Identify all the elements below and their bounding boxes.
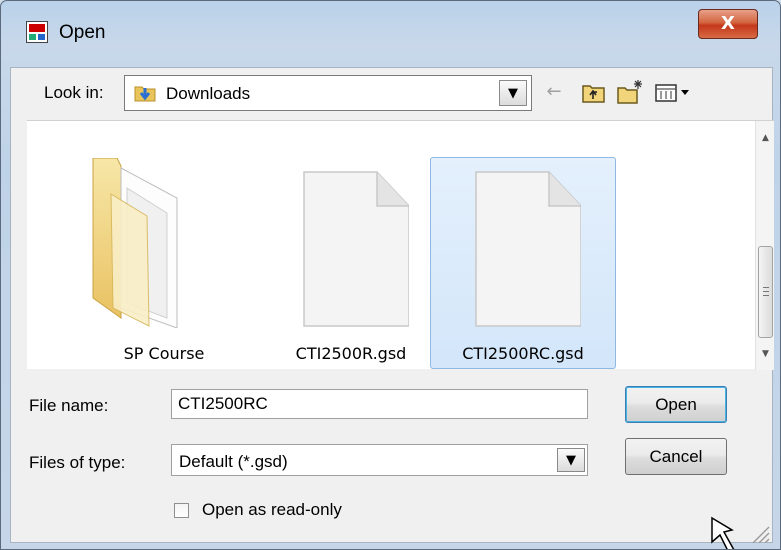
back-arrow-icon[interactable]: ← bbox=[541, 77, 567, 107]
file-name-label: SP Course bbox=[123, 344, 205, 363]
look-in-dropdown-arrow[interactable]: ▼ bbox=[499, 80, 527, 106]
app-icon bbox=[26, 21, 48, 43]
read-only-label[interactable]: Open as read-only bbox=[202, 500, 342, 520]
document-icon bbox=[475, 171, 581, 327]
scroll-thumb[interactable] bbox=[758, 246, 773, 338]
open-dialog-window: Open X Look in: Downloads ▼ ← SP Course … bbox=[0, 0, 781, 550]
grip-icon bbox=[763, 287, 769, 296]
up-folder-icon[interactable] bbox=[578, 77, 608, 107]
file-name-input[interactable] bbox=[171, 389, 588, 419]
look-in-value: Downloads bbox=[166, 84, 251, 103]
file-name-label: CTI2500R.gsd bbox=[295, 344, 407, 363]
look-in-label: Look in: bbox=[44, 83, 104, 102]
read-only-checkbox[interactable] bbox=[174, 503, 189, 518]
file-type-dropdown-arrow[interactable]: ▼ bbox=[557, 448, 585, 472]
scroll-up-arrow-icon[interactable]: ▲ bbox=[756, 133, 775, 147]
open-button[interactable]: Open bbox=[625, 386, 727, 423]
dialog-client-area: Look in: Downloads ▼ ← SP Course CTI2500… bbox=[10, 67, 774, 543]
file-type-field-label: Files of type: bbox=[29, 453, 126, 472]
look-in-combobox[interactable]: Downloads ▼ bbox=[124, 75, 532, 111]
folder-icon bbox=[92, 158, 178, 328]
file-item-cti2500rc[interactable]: CTI2500RC.gsd bbox=[430, 157, 616, 369]
new-folder-icon[interactable] bbox=[615, 77, 645, 107]
file-item-cti2500r[interactable]: CTI2500R.gsd bbox=[258, 157, 444, 369]
mouse-cursor-icon bbox=[711, 516, 735, 549]
file-item-sp-course[interactable]: SP Course bbox=[71, 157, 257, 369]
file-type-value: Default (*.gsd) bbox=[179, 452, 288, 471]
cancel-button[interactable]: Cancel bbox=[625, 438, 727, 475]
views-menu-icon[interactable] bbox=[652, 77, 698, 107]
file-name-label: CTI2500RC.gsd bbox=[462, 344, 584, 363]
file-name-field-label: File name: bbox=[29, 396, 109, 415]
file-list-pane[interactable]: SP Course CTI2500R.gsd CTI2500RC.gsd ▲ ▼ bbox=[27, 120, 774, 370]
downloads-folder-icon bbox=[134, 86, 156, 102]
document-icon bbox=[303, 171, 409, 327]
vertical-scrollbar[interactable]: ▲ ▼ bbox=[755, 121, 774, 370]
resize-grip-icon[interactable] bbox=[749, 523, 771, 543]
file-type-select[interactable]: Default (*.gsd) ▼ bbox=[171, 444, 588, 476]
scroll-down-arrow-icon[interactable]: ▼ bbox=[756, 349, 775, 363]
window-title: Open bbox=[59, 22, 106, 43]
close-button[interactable]: X bbox=[698, 9, 758, 39]
title-bar[interactable]: Open X bbox=[1, 1, 780, 63]
